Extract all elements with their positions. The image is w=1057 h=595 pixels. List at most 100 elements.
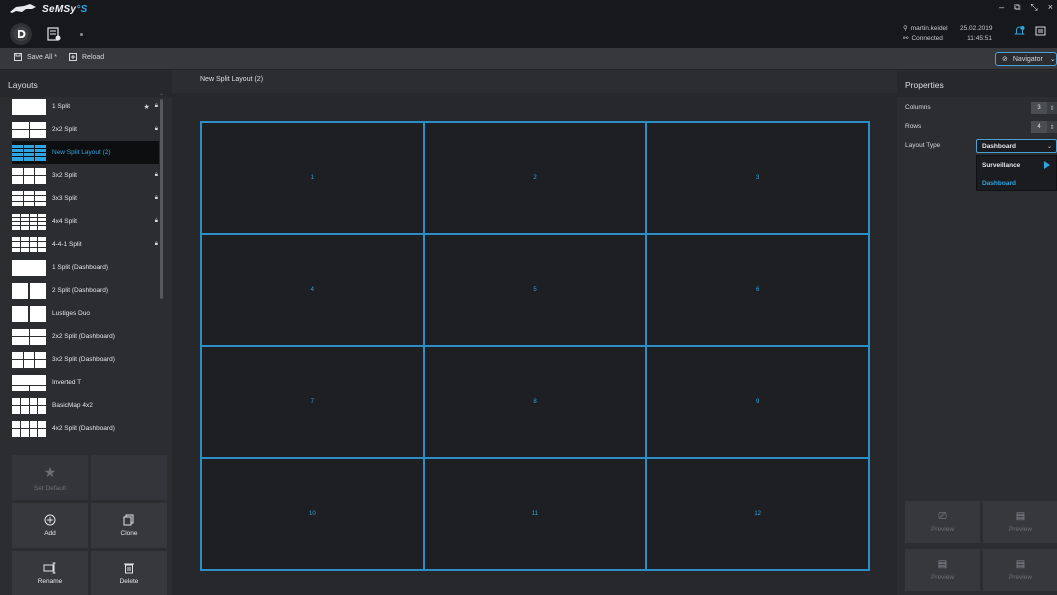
cell-number: 5 xyxy=(533,287,537,293)
split-grid: 1 2 3 4 5 6 7 8 9 10 11 12 xyxy=(200,121,870,571)
columns-value[interactable]: 3 xyxy=(1031,102,1047,114)
layout-list-item[interactable]: 2x2 Split (Dashboard) xyxy=(12,325,162,348)
stepper-arrows-icon[interactable]: ⇕ xyxy=(1047,121,1057,133)
date-text: 25.02.2019 xyxy=(960,25,993,32)
layout-list-item[interactable]: 4x4 Split 🔒︎ xyxy=(12,210,162,233)
split-cell[interactable]: 1 xyxy=(201,122,424,234)
lock-icon: 🔒︎ xyxy=(154,172,158,178)
option-surveillance[interactable]: Surveillance xyxy=(977,156,1056,174)
layout-thumbnail xyxy=(12,121,46,138)
fullscreen-icon[interactable]: ⤡ xyxy=(1031,2,1038,13)
preview-1-icon: ⎚ xyxy=(938,511,947,522)
add-button[interactable]: Add xyxy=(12,503,88,548)
notifications-icon[interactable] xyxy=(1014,26,1025,37)
split-cell[interactable]: 6 xyxy=(646,234,869,346)
layout-name: 2 Split (Dashboard) xyxy=(52,287,108,294)
layout-editor-icon xyxy=(47,27,61,41)
rows-stepper[interactable]: 4 ⇕ xyxy=(1031,121,1057,133)
layout-name: 3x3 Split xyxy=(52,195,77,202)
properties-panel: Properties Columns 3 ⇕ Rows 4 ⇕ Layout T… xyxy=(897,71,1057,595)
columns-label: Columns xyxy=(905,104,931,111)
layout-name: 1 Split (Dashboard) xyxy=(52,264,108,271)
rows-value[interactable]: 4 xyxy=(1031,121,1047,133)
rename-button[interactable]: Rename xyxy=(12,551,88,595)
split-cell[interactable]: 9 xyxy=(646,346,869,458)
layout-list-item[interactable]: BasicMap 4x2 xyxy=(12,394,162,417)
user-status: ⚲ martin.keidel ⚯ Connected xyxy=(903,24,948,44)
layout-name: 2x2 Split (Dashboard) xyxy=(52,333,115,340)
split-cell[interactable]: 3 xyxy=(646,122,869,234)
layout-thumbnail xyxy=(12,236,46,253)
split-cell[interactable]: 11 xyxy=(423,458,647,570)
layout-name: 4x2 Split (Dashboard) xyxy=(52,425,115,432)
layout-list-item[interactable]: 1 Split ★ 🔒︎ xyxy=(12,95,162,118)
layout-list-item[interactable]: 3x2 Split 🔒︎ xyxy=(12,164,162,187)
close-icon[interactable]: × xyxy=(1048,2,1053,13)
rename-icon xyxy=(43,562,56,574)
layout-list-item[interactable]: 4-4-1 Split 🔒︎ xyxy=(12,233,162,256)
cell-number: 2 xyxy=(533,175,537,181)
split-cell[interactable]: 2 xyxy=(423,122,647,234)
preview-button-1[interactable]: ⎚ Preview xyxy=(905,501,980,543)
empty-action-slot xyxy=(91,455,167,500)
layout-type-select[interactable]: Dashboard ⌄ xyxy=(976,139,1057,153)
minimize-icon[interactable]: – xyxy=(999,2,1004,13)
layout-name: New Split Layout (2) xyxy=(52,149,111,156)
stepper-arrows-icon[interactable]: ⇕ xyxy=(1047,102,1057,114)
split-cell[interactable]: 10 xyxy=(201,458,424,570)
navigator-dropdown[interactable]: ⊘ Navigator ⌄ xyxy=(995,52,1057,66)
layout-thumbnail xyxy=(12,144,46,161)
layout-list-item[interactable]: 2 Split (Dashboard) xyxy=(12,279,162,302)
layout-list-item[interactable]: 3x3 Split 🔒︎ xyxy=(12,187,162,210)
layout-thumbnail xyxy=(12,397,46,414)
clone-button[interactable]: Clone xyxy=(91,503,167,548)
preview-button-4[interactable]: ▤ Preview xyxy=(983,549,1057,591)
layout-thumbnail xyxy=(12,420,46,437)
tab-overflow-dot[interactable] xyxy=(80,32,83,36)
editor-title: New Split Layout (2) xyxy=(200,76,264,83)
delete-button[interactable]: Delete xyxy=(91,551,167,595)
layout-list-item[interactable]: 4x2 Split (Dashboard) xyxy=(12,417,162,440)
split-cell[interactable]: 4 xyxy=(201,234,424,346)
layout-thumbnail xyxy=(12,98,46,115)
cell-number: 9 xyxy=(755,399,760,405)
d-logo-icon xyxy=(13,26,29,42)
cell-number: 4 xyxy=(310,287,314,293)
preview-button-3[interactable]: ▤ Preview xyxy=(905,549,980,591)
cell-number: 12 xyxy=(754,511,761,517)
columns-stepper[interactable]: 3 ⇕ xyxy=(1031,102,1057,114)
default-star-icon: ★ xyxy=(143,103,150,111)
option-dashboard[interactable]: Dashboard xyxy=(977,174,1056,192)
scroll-thumb[interactable] xyxy=(160,99,163,299)
layout-list-item[interactable]: New Split Layout (2) xyxy=(12,141,159,164)
layout-list-item[interactable]: 1 Split (Dashboard) xyxy=(12,256,162,279)
lock-icon: 🔒︎ xyxy=(154,195,158,201)
messages-icon[interactable] xyxy=(1035,26,1046,37)
layout-list-item[interactable]: Inverted T xyxy=(12,371,162,394)
split-cell[interactable]: 12 xyxy=(646,458,869,570)
layout-list-item[interactable]: Lustiges Duo xyxy=(12,302,162,325)
split-cell[interactable]: 7 xyxy=(201,346,424,458)
lock-icon: 🔒︎ xyxy=(154,218,158,224)
toolbar: Save All * Reload ⊘ Navigator ⌄ xyxy=(0,48,1057,70)
layout-thumbnail xyxy=(12,351,46,368)
layout-thumbnail xyxy=(12,259,46,276)
title-bar: SeMSy°S ⚲ martin.keidel ⚯ Connected 25.02.… xyxy=(0,0,1057,48)
layout-list-item[interactable]: 2x2 Split 🔒︎ xyxy=(12,118,162,141)
split-cell[interactable]: 8 xyxy=(423,346,647,458)
star-icon: ★ xyxy=(43,463,57,480)
layout-name: BasicMap 4x2 xyxy=(52,402,93,409)
header-icons xyxy=(1014,26,1046,37)
user-icon: ⚲ xyxy=(903,25,908,32)
split-cell[interactable]: 5 xyxy=(423,234,647,346)
app-tab-home[interactable] xyxy=(10,23,32,45)
app-tab-layout-editor[interactable] xyxy=(42,22,66,46)
restore-icon[interactable]: ⧉ xyxy=(1014,2,1020,13)
layout-list-item[interactable]: 3x2 Split (Dashboard) xyxy=(12,348,162,371)
user-name: martin.keidel xyxy=(910,25,948,32)
set-default-button[interactable]: ★ Set Default xyxy=(12,455,88,500)
reload-button[interactable]: Reload xyxy=(69,53,104,61)
preview-button-2[interactable]: ▤ Preview xyxy=(983,501,1057,543)
save-all-button[interactable]: Save All * xyxy=(14,53,57,61)
layout-thumbnail xyxy=(12,305,46,322)
